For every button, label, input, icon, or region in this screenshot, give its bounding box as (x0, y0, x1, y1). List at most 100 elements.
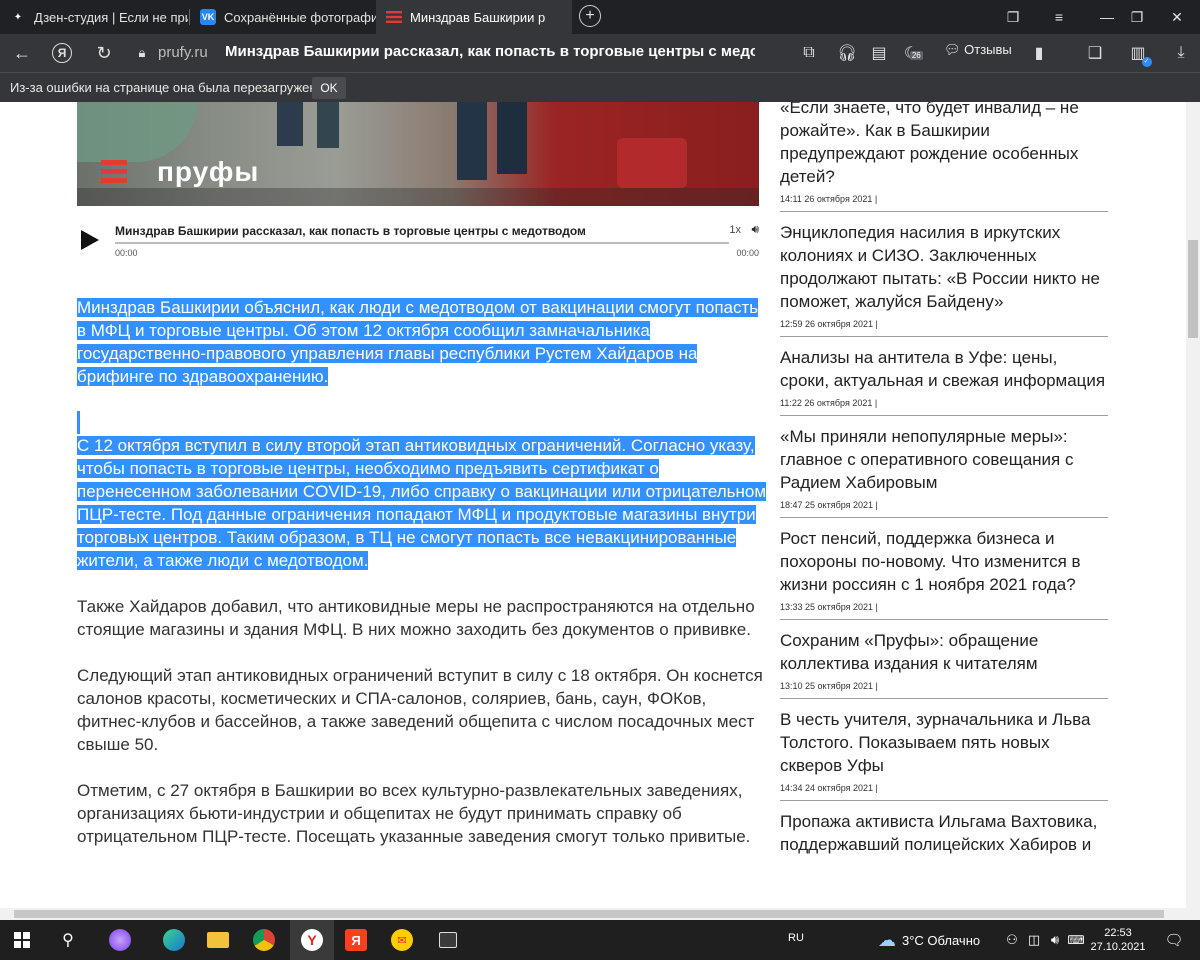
news-title[interactable]: Анализы на антитела в Уфе: цены, сроки, … (780, 346, 1108, 392)
tab-list-icon[interactable]: ❐ (990, 0, 1036, 34)
error-infobar: Из-за ошибки на странице она была переза… (0, 72, 1200, 102)
yandex-icon[interactable]: Я (334, 920, 378, 960)
article-paragraph: Следующий этап антиковидных ограничений … (77, 666, 763, 754)
tab-title: Минздрав Башкирии р (410, 9, 546, 25)
vertical-scrollbar[interactable] (1186, 102, 1200, 908)
news-title[interactable]: Рост пенсий, поддержка бизнеса и похорон… (780, 527, 1108, 596)
audio-title: Минздрав Башкирии рассказал, как попасть… (115, 224, 586, 238)
yandex-browser-icon[interactable]: Y (290, 920, 334, 960)
news-title[interactable]: Сохраним «Пруфы»: обращение коллектива и… (780, 629, 1108, 675)
news-time: 14:34 24 октября 2021 | (780, 783, 878, 793)
news-title[interactable]: «Если знаете, что будет инвалид – не рож… (780, 102, 1108, 188)
vk-icon: VK (200, 9, 216, 25)
related-news-list: «Если знаете, что будет инвалид – не рож… (780, 102, 1108, 863)
url-page-title[interactable]: Минздрав Башкирии рассказал, как попасть… (225, 43, 755, 60)
tab-strip: ✦ Дзен-студия | Если не при VK Сохранённ… (0, 0, 1200, 34)
windows-start-icon[interactable] (0, 920, 44, 960)
bookmark-icon[interactable]: ▮ (1028, 34, 1050, 72)
play-icon[interactable] (81, 230, 99, 250)
weather-text: 3°C Облачно (902, 932, 981, 948)
zen-icon: ✦ (13, 11, 23, 23)
horizontal-scroll-thumb[interactable] (14, 910, 1164, 918)
language-bar-icon[interactable]: ⌨ (1066, 920, 1086, 960)
chrome-icon[interactable] (242, 920, 286, 960)
news-title[interactable]: «Мы приняли непопулярные меры»: главное … (780, 425, 1108, 494)
audio-duration: 00:00 (736, 248, 759, 258)
screenshot-tool-icon[interactable] (426, 920, 470, 960)
download-arrow-icon[interactable]: ⤓ (1168, 34, 1194, 72)
article-paragraph: Отметим, с 27 октября в Башкирии во всех… (77, 781, 751, 846)
bookmarks-panel-icon[interactable]: ❑ (1082, 34, 1108, 72)
new-tab-button[interactable]: + (579, 5, 601, 27)
yandex-mail-icon[interactable]: ✉ (380, 920, 424, 960)
clock-time: 22:53 (1104, 927, 1132, 939)
reload-icon[interactable]: ↻ (90, 34, 118, 72)
network-icon[interactable]: ◫ (1024, 920, 1044, 960)
notifications-icon[interactable]: 🗨︎ (1156, 920, 1192, 960)
plus-icon: + (585, 7, 595, 24)
collections-icon[interactable]: ⧉ (796, 34, 822, 72)
weather-widget[interactable]: ☁ 3°C Облачно (878, 920, 980, 960)
news-item[interactable]: Рост пенсий, поддержка бизнеса и похорон… (780, 518, 1108, 620)
tab-prufy-article[interactable]: Минздрав Башкирии р (376, 0, 572, 34)
volume-tray-icon[interactable]: 🔊︎ (1044, 920, 1066, 960)
headphones-icon[interactable]: 🎧︎ (834, 34, 860, 72)
infobar-ok-button[interactable]: OK (312, 77, 346, 99)
news-item[interactable]: В честь учителя, зурначальника и Льва То… (780, 699, 1108, 801)
article-hero-image: пруфы (77, 102, 759, 206)
reviews-button[interactable]: 💬︎ Отзывы (944, 42, 1012, 58)
reader-mode-icon[interactable]: ▤ (866, 34, 892, 72)
lock-icon[interactable]: 🔒︎ (132, 34, 152, 72)
reviews-label: Отзывы (964, 42, 1012, 57)
search-icon[interactable]: ⚲ (46, 920, 90, 960)
selected-empty-line (77, 411, 767, 434)
windows-taskbar: ⚲ Y Я ✉ RU ☁ 3°C Облачно ⚇ ◫ 🔊︎ ⌨ 22:53 … (0, 920, 1200, 960)
audio-progress-track[interactable] (115, 242, 729, 244)
news-item[interactable]: Энциклопедия насилия в иркутских колония… (780, 212, 1108, 337)
tab-title: Сохранённые фотографи (224, 9, 376, 25)
system-clock[interactable]: 22:53 27.10.2021 (1088, 920, 1148, 960)
vertical-scroll-thumb[interactable] (1188, 240, 1198, 338)
article-paragraph: С 12 октября вступил в силу второй этап … (77, 436, 767, 570)
downloads-icon[interactable]: ▥ ✓ (1124, 34, 1152, 72)
hero-logo-text: пруфы (157, 156, 260, 187)
cloud-icon: ☁ (878, 929, 896, 950)
protect-icon[interactable]: ☾ 26 (896, 34, 926, 72)
menu-icon[interactable]: ≡ (1036, 0, 1082, 34)
news-time: 18:47 25 октября 2021 | (780, 500, 878, 510)
article-paragraph: Также Хайдаров добавил, что антиковидные… (77, 597, 755, 639)
news-time: 13:10 25 октября 2021 | (780, 681, 878, 691)
audio-player: Минздрав Башкирии рассказал, как попасть… (77, 212, 759, 258)
edge-icon[interactable] (152, 920, 196, 960)
infobar-message: Из-за ошибки на странице она была переза… (10, 80, 324, 95)
news-item[interactable]: Пропажа активиста Ильгама Вахтовика, под… (780, 801, 1108, 863)
yandex-home-icon[interactable]: Я (50, 34, 74, 72)
news-item[interactable]: Анализы на антитела в Уфе: цены, сроки, … (780, 337, 1108, 416)
news-title[interactable]: Пропажа активиста Ильгама Вахтовика, под… (780, 810, 1108, 856)
file-explorer-icon[interactable] (196, 920, 240, 960)
tab-title: Дзен-студия | Если не при (34, 9, 188, 25)
audio-current-time: 00:00 (115, 248, 138, 258)
news-title[interactable]: Энциклопедия насилия в иркутских колония… (780, 221, 1108, 313)
news-time: 12:59 26 октября 2021 | (780, 319, 878, 329)
tab-vk-photos[interactable]: VK Сохранённые фотографи (190, 0, 376, 34)
horizontal-scrollbar[interactable] (0, 908, 1200, 920)
notification-badge: 26 (909, 51, 923, 60)
playback-speed-button[interactable]: 1x (729, 224, 741, 236)
volume-icon[interactable]: 🔊︎ (751, 222, 759, 237)
close-icon[interactable]: ✕ (1154, 0, 1200, 34)
speech-bubble-icon: 💬︎ (944, 42, 961, 57)
alice-icon[interactable] (98, 920, 142, 960)
back-icon[interactable]: ← (8, 34, 36, 72)
people-icon[interactable]: ⚇ (1000, 920, 1024, 960)
web-page: пруфы Минздрав Башкирии рассказал, как п… (0, 102, 1186, 908)
news-title[interactable]: В честь учителя, зурначальника и Льва То… (780, 708, 1108, 777)
language-indicator[interactable]: RU (788, 932, 804, 944)
url-domain[interactable]: prufy.ru (158, 44, 208, 61)
browser-toolbar: ← Я ↻ 🔒︎ prufy.ru Минздрав Башкирии расс… (0, 34, 1200, 72)
tab-zen-studio[interactable]: ✦ Дзен-студия | Если не при (0, 0, 188, 34)
news-item[interactable]: Сохраним «Пруфы»: обращение коллектива и… (780, 620, 1108, 699)
news-item[interactable]: «Если знаете, что будет инвалид – не рож… (780, 102, 1108, 212)
news-time: 11:22 26 октября 2021 | (780, 398, 878, 408)
news-item[interactable]: «Мы приняли непопулярные меры»: главное … (780, 416, 1108, 518)
